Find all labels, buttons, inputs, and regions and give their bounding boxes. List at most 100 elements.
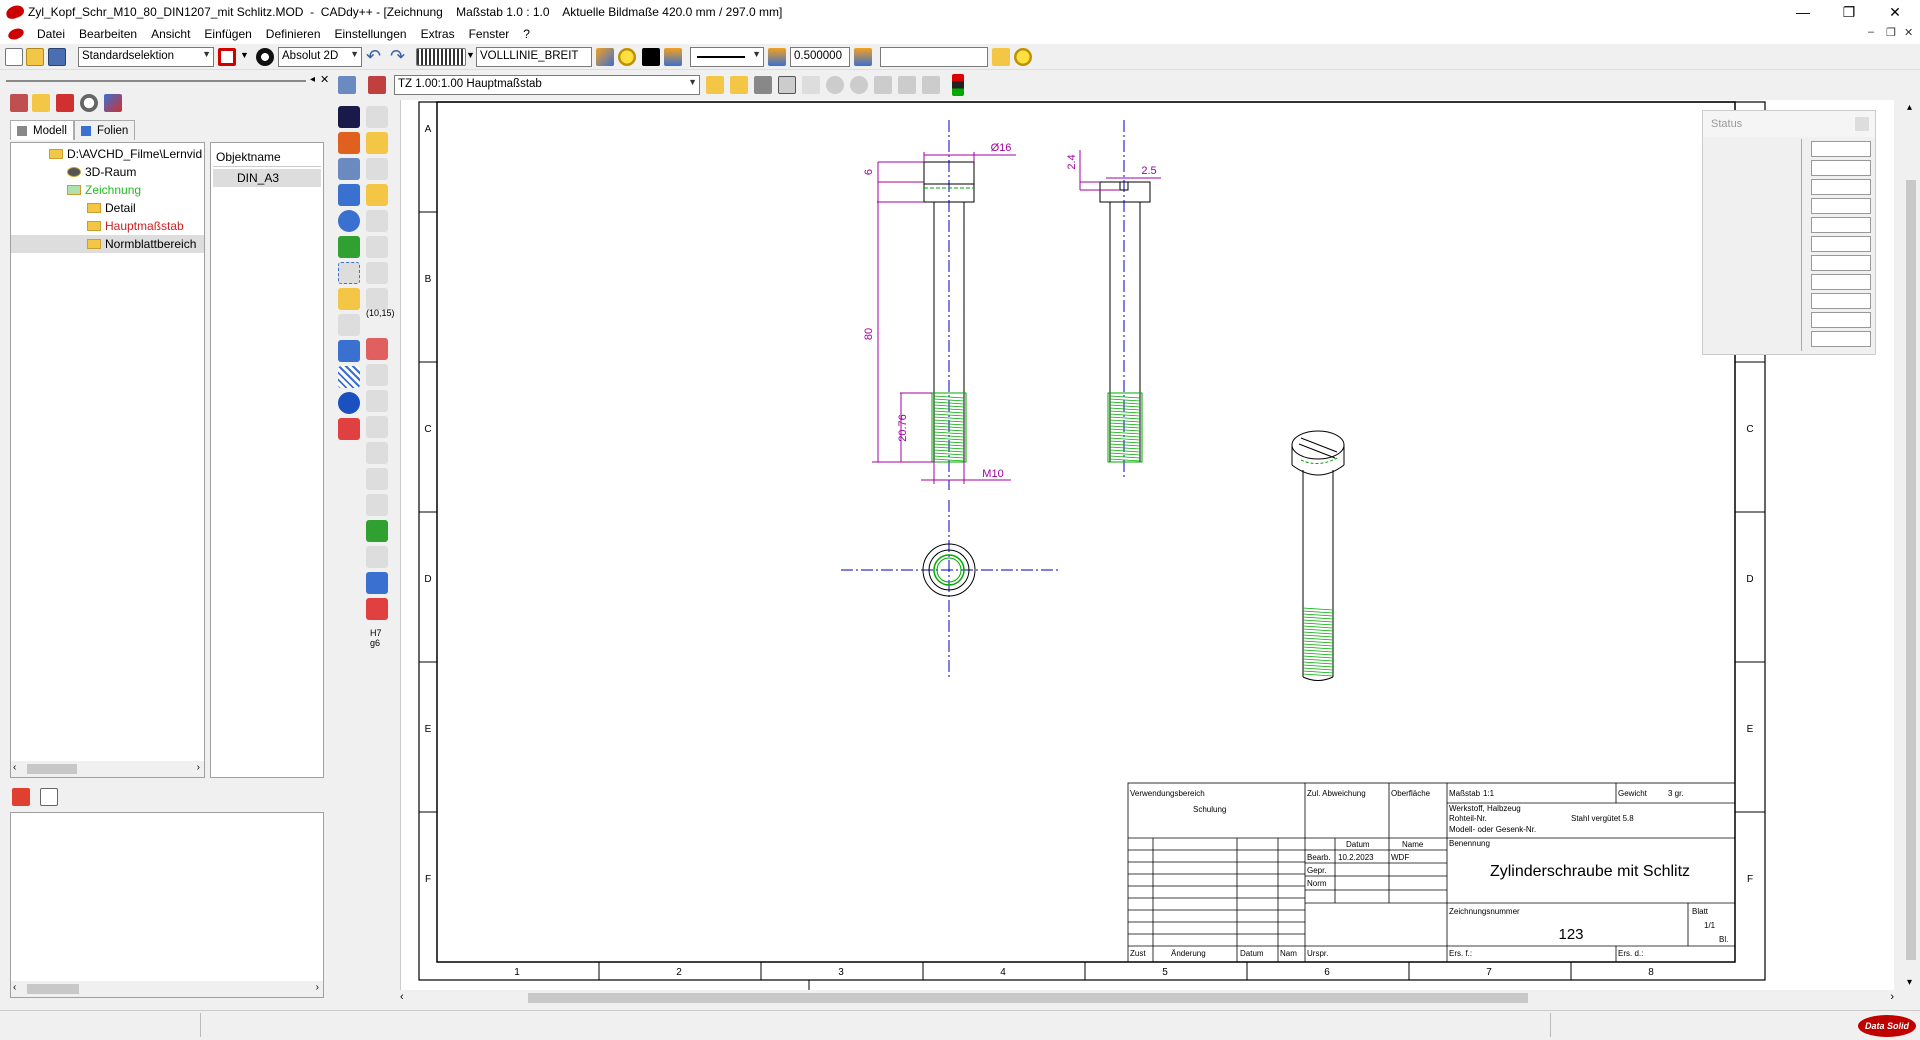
print-icon[interactable]: [338, 76, 356, 94]
panel-close-icon[interactable]: ✕: [320, 73, 329, 86]
dimension-e-icon[interactable]: [366, 442, 388, 464]
model-tree[interactable]: D:\AVCHD_Filme\Lernvid 3D-Raum Zeichnung…: [10, 142, 205, 778]
object-list[interactable]: Objektname DIN_A3: [210, 142, 324, 778]
search-icon[interactable]: [80, 94, 98, 112]
chevron-down-icon[interactable]: ▼: [466, 50, 475, 60]
delete-icon[interactable]: [12, 788, 30, 806]
zoom-in-icon[interactable]: [826, 76, 844, 94]
status-close-icon[interactable]: [1855, 117, 1869, 131]
pan-hand-icon[interactable]: [802, 76, 820, 94]
zoom-all-icon[interactable]: [874, 76, 892, 94]
snap-point-icon[interactable]: [366, 132, 388, 154]
settings-icon[interactable]: [104, 94, 122, 112]
layer-color-icon[interactable]: [596, 48, 614, 66]
chevron-right-icon[interactable]: ›: [316, 982, 319, 993]
text-field[interactable]: [880, 47, 988, 67]
select-icon[interactable]: [366, 106, 388, 128]
undo-icon[interactable]: ↶: [366, 46, 381, 67]
redraw-icon[interactable]: [922, 76, 940, 94]
angle-icon[interactable]: [366, 210, 388, 232]
drawing-vscrollbar[interactable]: ▴ ▾: [1902, 100, 1920, 990]
draw-line-icon[interactable]: [338, 236, 360, 258]
tree-item-zeichnung[interactable]: Zeichnung: [67, 183, 141, 197]
line-type-field[interactable]: VOLLLINIE_BREIT: [476, 47, 592, 67]
redo-icon[interactable]: ↷: [390, 46, 405, 67]
center-line-icon[interactable]: [338, 262, 360, 284]
open-folder-icon[interactable]: [26, 48, 44, 66]
status-panel[interactable]: Status: [1702, 110, 1876, 355]
drawing-canvas[interactable]: 1 2 3 4 5 6 7 8 A B C D E F C D E F Ø16 …: [400, 100, 1894, 990]
folder-icon[interactable]: [32, 94, 50, 112]
line-width-icon[interactable]: [768, 48, 786, 66]
menu-help[interactable]: ?: [516, 27, 537, 41]
close-button[interactable]: ✕: [1872, 0, 1918, 24]
angle-dim-icon[interactable]: [366, 520, 388, 542]
tree-hscrollbar[interactable]: ‹ ›: [11, 761, 204, 777]
zoom-out-icon[interactable]: [850, 76, 868, 94]
incremental-icon[interactable]: [366, 158, 388, 180]
new-file-icon[interactable]: [5, 48, 23, 66]
grid-pattern-icon[interactable]: [416, 48, 466, 66]
selection-mode-select[interactable]: Standardselektion ▼: [78, 47, 214, 67]
menu-bearbeiten[interactable]: Bearbeiten: [72, 27, 144, 41]
fit-tolerance-label[interactable]: H7 g6: [370, 628, 386, 648]
tree-item-detail[interactable]: Detail: [87, 201, 136, 215]
snap-mid-icon[interactable]: [338, 288, 360, 310]
bulb-icon[interactable]: [1014, 48, 1032, 66]
weld-icon[interactable]: [366, 598, 388, 620]
maximize-button[interactable]: ❐: [1826, 0, 1872, 24]
pin-icon[interactable]: ◂: [310, 74, 315, 85]
perpendicular-icon[interactable]: [366, 236, 388, 258]
line-style-select[interactable]: ▼: [690, 47, 764, 67]
clipboard-icon[interactable]: [40, 788, 58, 806]
hatch-icon[interactable]: [338, 366, 360, 388]
drawing-hscrollbar[interactable]: ‹ ›: [398, 990, 1898, 1006]
circle-snap-icon[interactable]: [366, 262, 388, 284]
tree-item-hauptmassstab[interactable]: Hauptmaßstab: [87, 219, 184, 233]
info-icon[interactable]: [338, 392, 360, 414]
text-icon[interactable]: [338, 314, 360, 336]
chevron-down-icon[interactable]: ▼: [240, 50, 249, 60]
arc-icon[interactable]: [366, 338, 388, 360]
menu-extras[interactable]: Extras: [414, 27, 462, 41]
mdi-restore-button[interactable]: ❐: [1886, 26, 1896, 39]
grid-icon[interactable]: [338, 184, 360, 206]
coord-system-icon[interactable]: [256, 48, 274, 66]
chevron-right-icon[interactable]: ›: [197, 762, 200, 773]
color-black-swatch[interactable]: [642, 48, 660, 66]
menu-einstellungen[interactable]: Einstellungen: [328, 27, 414, 41]
scroll-thumb[interactable]: [27, 764, 77, 774]
scale-select[interactable]: TZ 1.00:1.00 Hauptmaßstab ▼: [394, 75, 700, 95]
scroll-thumb[interactable]: [27, 984, 79, 994]
zoom-icon[interactable]: [778, 76, 796, 94]
snap-line-icon[interactable]: [366, 184, 388, 206]
text-style-icon[interactable]: [854, 48, 872, 66]
pick-icon[interactable]: [368, 76, 386, 94]
diameter-icon[interactable]: [366, 288, 388, 310]
save-icon[interactable]: [48, 48, 66, 66]
minimize-button[interactable]: —: [1780, 0, 1826, 24]
scroll-thumb[interactable]: [1906, 180, 1916, 960]
layer-icon[interactable]: [664, 48, 682, 66]
mdi-close-button[interactable]: ✕: [1904, 26, 1913, 39]
tree-root[interactable]: D:\AVCHD_Filme\Lernvid: [49, 147, 202, 161]
zoom-window-icon[interactable]: [754, 76, 772, 94]
select-arrow-icon[interactable]: [338, 106, 360, 128]
tree-item-normblattbereich[interactable]: Normblattbereich: [11, 235, 204, 253]
object-item-din-a3[interactable]: DIN_A3: [213, 169, 321, 187]
mdi-minimize-button[interactable]: –: [1868, 26, 1874, 38]
coord-mode-select[interactable]: Absolut 2D ▼: [278, 47, 362, 67]
selection-color-icon[interactable]: [218, 48, 236, 66]
diameter-dim-icon[interactable]: [366, 468, 388, 490]
menu-ansicht[interactable]: Ansicht: [144, 27, 197, 41]
surface-icon[interactable]: [366, 572, 388, 594]
chevron-right-icon[interactable]: ›: [1890, 991, 1894, 1003]
polygon-icon[interactable]: [366, 364, 388, 386]
rotate-icon[interactable]: [338, 210, 360, 232]
text-edit-icon[interactable]: [338, 340, 360, 362]
drawing-svg[interactable]: 1 2 3 4 5 6 7 8 A B C D E F C D E F Ø16 …: [401, 100, 1895, 990]
scroll-thumb[interactable]: [528, 993, 1528, 1003]
transform-icon[interactable]: [338, 158, 360, 180]
bulb-icon[interactable]: [618, 48, 636, 66]
snap-grid-icon[interactable]: [730, 76, 748, 94]
